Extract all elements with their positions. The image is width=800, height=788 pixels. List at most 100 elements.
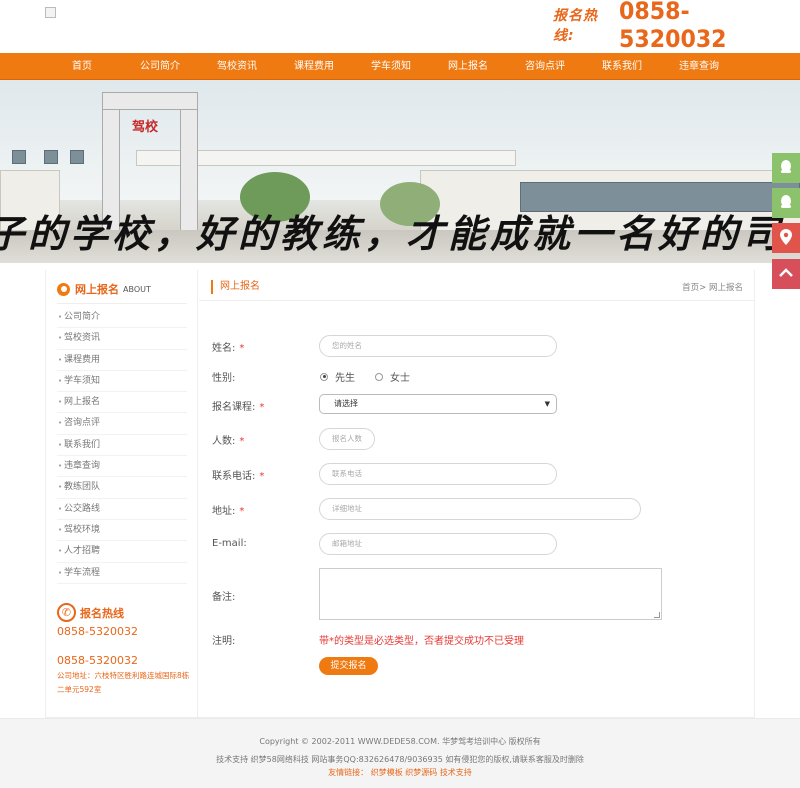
name-input[interactable]: 您的姓名	[319, 335, 557, 357]
name-label: 姓名: *	[212, 339, 244, 354]
sidebar-item-notice[interactable]: 学车须知	[57, 371, 187, 393]
banner-window	[44, 150, 58, 164]
gender-male-label: 先生	[335, 373, 355, 384]
radio-unchecked-icon	[375, 372, 383, 381]
qq-float-button[interactable]	[772, 153, 800, 183]
phone-input[interactable]: 联系电话	[319, 463, 557, 485]
sidebar-item-process[interactable]: 学车流程	[57, 563, 187, 584]
footer-link[interactable]: 织梦源码	[405, 768, 437, 777]
back-to-top-button[interactable]	[772, 259, 800, 289]
hotline-label: 报名热线:	[553, 8, 598, 44]
required-mark: *	[259, 402, 265, 413]
nav-item-signup[interactable]: 网上报名	[433, 53, 503, 80]
sidebar: 网上报名 ABOUT 公司简介 驾校资讯 课程费用 学车须知 网上报名 咨询点评…	[45, 270, 198, 718]
banner-window	[70, 150, 84, 164]
nav-item-news[interactable]: 驾校资讯	[202, 53, 272, 80]
sidebar-item-environment[interactable]: 驾校环境	[57, 520, 187, 542]
footer-links: 友情链接： 织梦模板 织梦源码 技术支持	[0, 767, 800, 778]
note-label: 注明:	[212, 636, 236, 647]
breadcrumb: 首页> 网上报名	[682, 281, 743, 293]
required-mark: *	[239, 436, 245, 447]
breadcrumb-home[interactable]: 首页	[682, 283, 699, 293]
sidebar-item-contact[interactable]: 联系我们	[57, 435, 187, 457]
course-label-text: 报名课程:	[212, 402, 256, 413]
remark-label: 备注:	[212, 592, 236, 603]
section-title: 网上报名	[211, 280, 260, 294]
required-mark: *	[259, 471, 265, 482]
sidebar-item-bus-routes[interactable]: 公交路线	[57, 499, 187, 520]
nav-item-violation[interactable]: 违章查询	[664, 53, 734, 80]
radio-checked-icon	[320, 372, 328, 381]
address-label: 地址: *	[212, 502, 244, 517]
nav-item-reviews[interactable]: 咨询点评	[510, 53, 580, 80]
count-label: 人数: *	[212, 432, 244, 447]
site-logo[interactable]	[45, 7, 56, 18]
banner-slogan: 子的学校，好的教练，才能成就一名好的司	[0, 211, 785, 256]
banner-gate-sign: 驾校	[132, 120, 159, 135]
sidebar-item-reviews[interactable]: 咨询点评	[57, 413, 187, 435]
banner-gate-top	[102, 92, 198, 110]
flame-icon	[57, 282, 70, 296]
nav-item-about[interactable]: 公司简介	[125, 53, 195, 80]
phone-label-text: 联系电话:	[212, 471, 256, 482]
phone-icon: ✆	[57, 603, 76, 622]
required-note: 带*的类型是必选类型，否者提交成功不已受理	[319, 636, 524, 647]
email-label: E-mail:	[212, 538, 247, 549]
sidebar-hotline-number-2: 0858-5320032	[57, 654, 138, 667]
site-header: 报名热线: 0858-5320032	[0, 0, 800, 53]
banner-window	[12, 150, 26, 164]
hotline-number: 0858-5320032	[619, 0, 727, 53]
sidebar-item-signup[interactable]: 网上报名	[57, 392, 187, 414]
gender-male-radio[interactable]: 先生	[320, 369, 355, 384]
main-content: 网上报名 首页> 网上报名 姓名: * 您的姓名 性别: 先生 女士 报名课程: *…	[199, 270, 755, 718]
sidebar-title: 网上报名	[75, 283, 119, 296]
main-nav: 首页 公司简介 驾校资讯 课程费用 学车须知 网上报名 咨询点评 联系我们 违章…	[0, 53, 800, 80]
sidebar-address: 公司地址：六枝特区胜利路连城国际8栋二单元592室	[57, 671, 190, 694]
course-select-value: 请选择	[334, 399, 358, 408]
header-hotline: 报名热线: 0858-5320032	[553, 0, 800, 53]
site-footer: Copyright © 2002-2011 WWW.DEDE58.COM. 华梦…	[0, 718, 800, 788]
footer-copyright: Copyright © 2002-2011 WWW.DEDE58.COM. 华梦…	[259, 737, 541, 746]
footer-link[interactable]: 织梦模板	[371, 768, 403, 777]
footer-link[interactable]: 技术支持	[440, 768, 472, 777]
nav-item-notice[interactable]: 学车须知	[356, 53, 426, 80]
required-mark: *	[239, 506, 245, 517]
course-select[interactable]: 请选择 ▼	[319, 394, 557, 414]
footer-links-label: 友情链接：	[328, 768, 369, 777]
sidebar-divider	[57, 303, 187, 304]
phone-label: 联系电话: *	[212, 467, 264, 482]
qq-icon	[779, 159, 793, 178]
email-input[interactable]: 邮箱地址	[319, 533, 557, 555]
sidebar-header: 网上报名 ABOUT	[57, 281, 151, 297]
sidebar-item-jobs[interactable]: 人才招聘	[57, 541, 187, 563]
remark-textarea[interactable]	[319, 568, 662, 620]
breadcrumb-current: 网上报名	[708, 283, 743, 293]
nav-item-home[interactable]: 首页	[47, 53, 117, 80]
nav-item-contact[interactable]: 联系我们	[587, 53, 657, 80]
count-label-text: 人数:	[212, 436, 236, 447]
nav-item-fees[interactable]: 课程费用	[279, 53, 349, 80]
gender-label: 性别:	[212, 373, 236, 384]
submit-button[interactable]: 提交报名	[319, 657, 378, 675]
sidebar-title-en: ABOUT	[123, 284, 151, 294]
course-label: 报名课程: *	[212, 398, 264, 413]
back-to-top-icon	[779, 267, 793, 281]
sidebar-item-about[interactable]: 公司简介	[57, 307, 187, 329]
sidebar-item-coaches[interactable]: 教练团队	[57, 477, 187, 499]
map-float-button[interactable]	[772, 223, 800, 253]
section-divider	[199, 300, 755, 301]
gender-female-radio[interactable]: 女士	[375, 369, 410, 384]
chevron-down-icon: ▼	[544, 400, 550, 408]
sidebar-item-violation[interactable]: 违章查询	[57, 456, 187, 478]
address-input[interactable]: 详细地址	[319, 498, 641, 520]
sidebar-hotline-title: 报名热线	[80, 606, 124, 620]
sidebar-menu: 公司简介 驾校资讯 课程费用 学车须知 网上报名 咨询点评 联系我们 违章查询 …	[57, 307, 187, 584]
sidebar-item-news[interactable]: 驾校资讯	[57, 328, 187, 350]
count-input[interactable]: 报名人数	[319, 428, 375, 450]
qq-icon	[779, 194, 793, 213]
sidebar-hotline-header: ✆ 报名热线	[57, 603, 124, 622]
gender-female-label: 女士	[390, 373, 410, 384]
sidebar-item-fees[interactable]: 课程费用	[57, 350, 187, 371]
qq-float-button-2[interactable]	[772, 188, 800, 218]
required-mark: *	[239, 343, 245, 354]
